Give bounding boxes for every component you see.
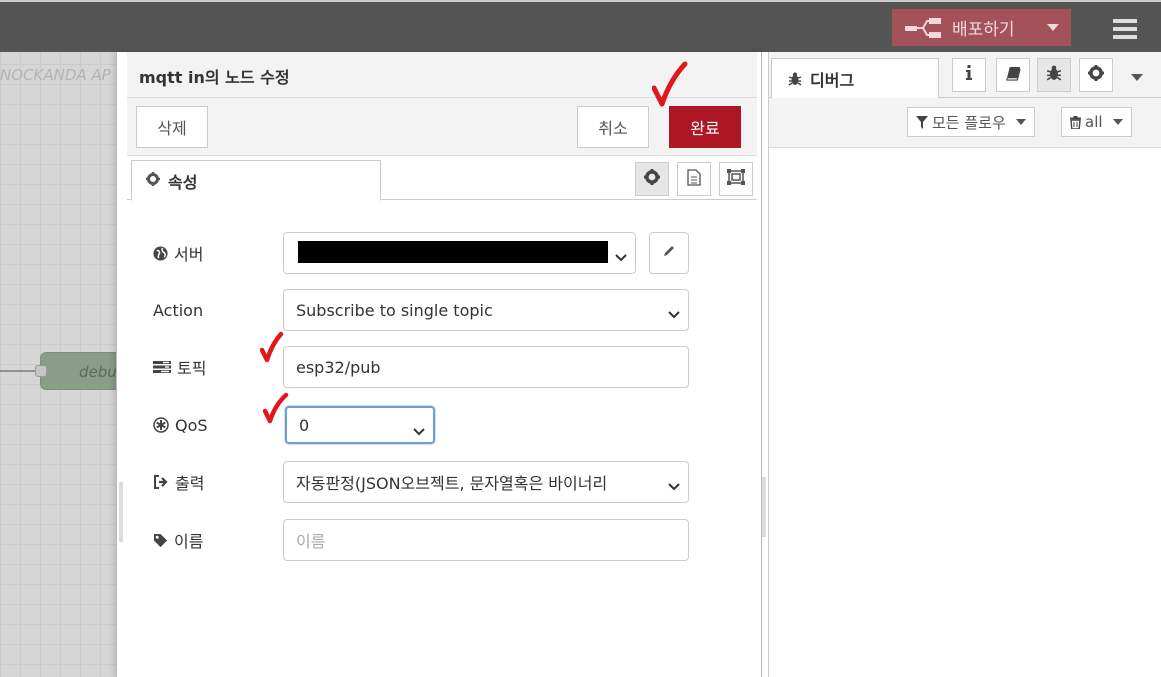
cancel-button[interactable]: 취소 — [577, 106, 649, 148]
checkmark-annotation — [260, 331, 284, 363]
sidebar-tabs: 디버그 — [769, 52, 1161, 99]
document-icon — [687, 168, 701, 190]
debug-tab-button[interactable] — [1037, 58, 1071, 92]
action-row: Action Subscribe to single topic — [153, 289, 693, 331]
chevron-down-icon — [413, 421, 425, 440]
deploy-label: 배포하기 — [952, 20, 1015, 40]
caret-down-icon[interactable] — [1131, 70, 1143, 86]
topic-value: esp32/pub — [296, 357, 381, 377]
caret-down-icon — [1112, 119, 1123, 125]
qos-value: 0 — [299, 415, 310, 435]
tasks-icon — [153, 361, 171, 373]
tray-tabs: 속성 — [127, 156, 757, 201]
output-select[interactable]: 자동판정(JSON오브젝트, 문자열혹은 바이너리 — [283, 461, 689, 503]
tab-debug[interactable]: 디버그 — [771, 58, 939, 99]
output-label-wrap: 출력 — [153, 461, 204, 503]
chevron-down-icon — [615, 247, 627, 266]
qos-row: QoS 0 — [153, 404, 693, 446]
cog-icon — [644, 169, 660, 189]
qos-label: QoS — [175, 415, 208, 435]
done-button[interactable]: 완료 — [669, 106, 741, 148]
tab-properties[interactable]: 속성 — [131, 160, 381, 201]
edit-server-button[interactable] — [649, 232, 689, 274]
chevron-down-icon — [668, 476, 680, 495]
help-tab-button[interactable] — [996, 58, 1030, 92]
globe-icon — [153, 245, 168, 261]
checkmark-annotation — [263, 392, 289, 424]
tray-resize-handle[interactable] — [119, 482, 123, 542]
sidebar: 디버그 모든 플로우 all — [762, 52, 1161, 677]
book-icon — [1005, 66, 1021, 85]
tray-title: mqtt in의 노드 수정 — [139, 68, 290, 87]
cog-icon — [146, 171, 160, 190]
workspace-canvas[interactable]: NOCKANDA AP debu — [0, 52, 160, 677]
caret-down-icon[interactable] — [1035, 9, 1071, 46]
qos-select[interactable]: 0 — [285, 406, 435, 444]
tag-icon — [153, 533, 168, 548]
name-label: 이름 — [174, 532, 204, 551]
node-edit-tray: mqtt in의 노드 수정 삭제 취소 완료 속성 서버 Action Sub… — [116, 52, 762, 677]
server-select[interactable] — [283, 232, 636, 274]
server-label-wrap: 서버 — [153, 232, 203, 274]
asterisk-icon — [153, 417, 169, 433]
config-tab-button[interactable] — [1079, 58, 1113, 92]
deploy-icon — [902, 9, 946, 46]
name-row: 이름 이름 — [153, 519, 693, 561]
debug-filter-bar: 모든 플로우 all — [769, 98, 1161, 148]
topic-label: 토픽 — [177, 359, 207, 378]
canvas-shade — [0, 52, 128, 677]
topic-label-wrap: 토픽 — [153, 346, 206, 388]
top-header: 배포하기 — [0, 0, 1161, 52]
hamburger-menu-icon[interactable] — [1113, 19, 1137, 39]
topic-input[interactable]: esp32/pub — [283, 346, 689, 388]
action-label: Action — [153, 300, 204, 320]
caret-down-icon — [1015, 119, 1026, 125]
deploy-button[interactable]: 배포하기 — [892, 9, 1071, 46]
node-description-tab[interactable] — [677, 162, 711, 196]
info-icon — [965, 65, 973, 85]
output-row: 출력 자동판정(JSON오브젝트, 문자열혹은 바이너리 — [153, 461, 693, 503]
cog-icon — [1088, 65, 1104, 85]
clear-all-button[interactable]: all — [1061, 107, 1132, 137]
sidebar-resize-handle[interactable] — [762, 477, 766, 537]
checkmark-annotation — [652, 61, 688, 107]
name-label-wrap: 이름 — [153, 519, 203, 561]
pencil-icon — [662, 244, 676, 262]
node-appearance-tab[interactable] — [719, 162, 753, 196]
topic-row: 토픽 esp32/pub — [153, 346, 693, 388]
qos-label-wrap: QoS — [153, 404, 208, 446]
bug-icon — [788, 72, 802, 86]
output-label: 출력 — [175, 474, 205, 493]
output-value: 자동판정(JSON오브젝트, 문자열혹은 바이너리 — [296, 474, 608, 493]
flow-filter-label: 모든 플로우 — [932, 113, 1006, 132]
tab-debug-label: 디버그 — [810, 70, 855, 90]
tab-properties-label: 속성 — [168, 172, 198, 192]
delete-button[interactable]: 삭제 — [136, 106, 208, 148]
frame-icon — [727, 169, 745, 189]
server-row: 서버 — [153, 232, 693, 274]
name-placeholder: 이름 — [296, 532, 326, 551]
filter-icon — [916, 115, 928, 129]
trash-icon — [1070, 115, 1081, 129]
server-label: 서버 — [174, 245, 204, 264]
action-select[interactable]: Subscribe to single topic — [283, 289, 689, 331]
info-tab-button[interactable] — [952, 58, 986, 92]
clear-all-label: all — [1085, 113, 1103, 131]
sign-out-icon — [153, 475, 169, 489]
bug-icon — [1046, 65, 1062, 85]
name-input[interactable]: 이름 — [283, 519, 689, 561]
node-settings-tab[interactable] — [635, 162, 669, 196]
redacted-server-value — [298, 241, 608, 263]
flow-filter-button[interactable]: 모든 플로우 — [907, 107, 1035, 137]
chevron-down-icon — [668, 304, 680, 323]
action-value: Subscribe to single topic — [296, 300, 493, 320]
